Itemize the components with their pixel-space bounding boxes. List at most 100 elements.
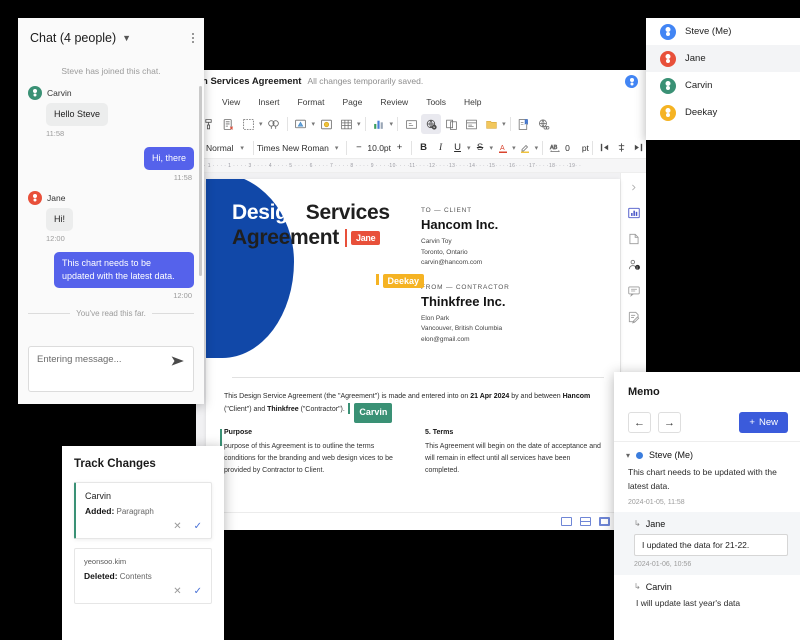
chat-input[interactable]: Entering message... bbox=[28, 346, 194, 392]
chevron-down-icon[interactable]: ▾ bbox=[512, 144, 516, 152]
menu-item-view[interactable]: View bbox=[213, 97, 249, 107]
para-text-b: by and between bbox=[509, 393, 563, 400]
expand-panel-icon[interactable] bbox=[626, 179, 642, 195]
strikethrough-button[interactable]: S bbox=[472, 139, 489, 156]
close-icon[interactable]: ✕ bbox=[173, 586, 181, 597]
menu-item-help[interactable]: Help bbox=[455, 97, 490, 107]
decrease-font-size-button[interactable]: − bbox=[350, 139, 367, 156]
memo-reply-timestamp: 2024-01-06, 10:56 bbox=[634, 560, 692, 568]
column-terms: 5. Terms This Agreement will begin on th… bbox=[425, 429, 604, 478]
media-icon[interactable] bbox=[421, 114, 442, 134]
memo-reply-author: Carvin bbox=[645, 581, 672, 592]
align-left-icon[interactable] bbox=[596, 139, 613, 156]
table-icon[interactable] bbox=[336, 114, 356, 134]
document-page[interactable]: Design Services Agreement Jane TO — CLIEN… bbox=[206, 179, 620, 512]
bold-button[interactable]: B bbox=[415, 139, 432, 156]
chevron-down-icon[interactable]: ▼ bbox=[122, 33, 131, 43]
underline-button[interactable]: U bbox=[449, 139, 466, 156]
arrow-left-icon[interactable]: ← bbox=[628, 412, 651, 433]
track-change-card[interactable]: yeonsoo.kim Deleted: Contents ✕ ✓ bbox=[74, 548, 212, 604]
memo-reply-input[interactable]: I updated the data for 21-22. bbox=[634, 533, 788, 556]
character-spacing-icon[interactable]: AB bbox=[546, 139, 563, 156]
column-body-terms: This Agreement will begin on the date of… bbox=[425, 443, 601, 475]
participant-row-steve[interactable]: Steve (Me) bbox=[646, 18, 800, 45]
chevron-down-icon[interactable]: ▾ bbox=[259, 120, 263, 128]
image-icon[interactable] bbox=[316, 114, 336, 134]
chevron-down-icon[interactable]: ▾ bbox=[490, 144, 494, 152]
more-vertical-icon[interactable] bbox=[192, 33, 194, 43]
client-city: Toronto, Ontario bbox=[421, 248, 468, 256]
find-replace-icon[interactable] bbox=[264, 114, 284, 134]
new-memo-button[interactable]: + New bbox=[739, 412, 788, 433]
collaborator-panel-icon[interactable]: ! bbox=[626, 257, 642, 273]
plus-icon: + bbox=[749, 417, 755, 428]
align-center-icon[interactable] bbox=[613, 139, 630, 156]
view-mode-full-icon[interactable] bbox=[598, 517, 610, 526]
toolbar-divider bbox=[411, 140, 413, 155]
hyperlink-icon[interactable] bbox=[534, 114, 554, 134]
menu-item-review[interactable]: Review bbox=[371, 97, 417, 107]
chevron-down-icon[interactable]: ▾ bbox=[240, 144, 244, 152]
note-icon[interactable] bbox=[481, 114, 501, 134]
menu-item-format[interactable]: Format bbox=[289, 97, 334, 107]
view-mode-split-icon[interactable] bbox=[579, 517, 591, 526]
font-size-value[interactable]: 10.0pt bbox=[367, 143, 391, 153]
chat-message-list[interactable]: Steve has joined this chat. Carvin Hello… bbox=[18, 58, 204, 346]
bookmark-icon[interactable] bbox=[514, 114, 534, 134]
horizontal-ruler[interactable]: · · 1 · · · · 1 · · · · 3 · · · · 4 · · … bbox=[196, 159, 646, 173]
textbox-icon[interactable] bbox=[401, 114, 421, 134]
participant-row-carvin[interactable]: Carvin bbox=[646, 72, 800, 99]
font-color-icon[interactable]: A bbox=[494, 139, 511, 156]
menu-item-page[interactable]: Page bbox=[333, 97, 371, 107]
author-dot bbox=[636, 451, 644, 459]
chevron-down-icon[interactable]: ▾ bbox=[467, 144, 471, 152]
memo-thread-list[interactable]: ▾ Steve (Me) This chart needs to be upda… bbox=[614, 441, 800, 640]
participant-row-deekay[interactable]: Deekay bbox=[646, 99, 800, 126]
close-icon[interactable]: ✕ bbox=[173, 521, 181, 532]
chevron-down-icon[interactable]: ▾ bbox=[626, 451, 630, 460]
chevron-down-icon[interactable]: ▾ bbox=[335, 144, 339, 152]
memo-author: Steve (Me) bbox=[649, 450, 694, 460]
contractor-label: FROM — CONTRACTOR bbox=[421, 283, 510, 291]
arrow-right-icon[interactable]: → bbox=[658, 412, 681, 433]
track-change-card[interactable]: Carvin Added: Paragraph ✕ ✓ bbox=[74, 482, 212, 539]
paragraph-style-select[interactable]: Normal bbox=[206, 143, 233, 153]
page-break-icon[interactable] bbox=[441, 114, 461, 134]
italic-button[interactable]: I bbox=[432, 139, 449, 156]
comment-panel-icon[interactable] bbox=[626, 283, 642, 299]
chevron-down-icon[interactable]: ▾ bbox=[535, 144, 539, 152]
save-status-text: All changes temporarily saved. bbox=[307, 76, 424, 86]
character-spacing-value[interactable]: 0 bbox=[565, 143, 570, 153]
increase-font-size-button[interactable]: + bbox=[391, 139, 408, 156]
header-footer-icon[interactable] bbox=[461, 114, 481, 134]
check-icon[interactable]: ✓ bbox=[194, 521, 202, 532]
menu-item-tools[interactable]: Tools bbox=[417, 97, 455, 107]
clear-formatting-icon[interactable] bbox=[218, 114, 238, 134]
chevron-down-icon[interactable]: ▾ bbox=[312, 120, 316, 128]
chart-icon[interactable] bbox=[369, 114, 389, 134]
para-text-e: ("Contractor"). bbox=[298, 406, 345, 414]
chevron-down-icon[interactable]: ▾ bbox=[502, 120, 506, 128]
participant-row-jane[interactable]: Jane bbox=[646, 45, 800, 72]
view-mode-single-icon[interactable] bbox=[560, 517, 572, 526]
avatar[interactable] bbox=[625, 74, 638, 88]
align-right-icon[interactable] bbox=[630, 139, 646, 156]
chevron-down-icon[interactable]: ▾ bbox=[390, 120, 394, 128]
avatar bbox=[660, 104, 676, 121]
track-changes-panel-icon[interactable] bbox=[626, 309, 642, 325]
ruler-tick-labels: · · 1 · · · · 1 · · · · 3 · · · · 4 · · … bbox=[200, 162, 582, 169]
send-icon[interactable] bbox=[171, 355, 185, 370]
client-contact: Carvin Toy bbox=[421, 238, 452, 245]
page-panel-icon[interactable] bbox=[626, 231, 642, 247]
contractor-email: elon@gmail.com bbox=[421, 335, 470, 343]
shape-icon[interactable] bbox=[291, 114, 311, 134]
font-family-select[interactable]: Times New Roman bbox=[257, 143, 329, 153]
menu-item-insert[interactable]: Insert bbox=[249, 97, 288, 107]
highlight-icon[interactable] bbox=[517, 139, 534, 156]
scrollbar[interactable] bbox=[199, 86, 202, 276]
panel-title: Track Changes bbox=[74, 458, 156, 470]
chart-panel-icon[interactable] bbox=[626, 205, 642, 221]
check-icon[interactable]: ✓ bbox=[194, 586, 202, 597]
chevron-down-icon[interactable]: ▾ bbox=[357, 120, 361, 128]
select-object-icon[interactable] bbox=[238, 114, 258, 134]
